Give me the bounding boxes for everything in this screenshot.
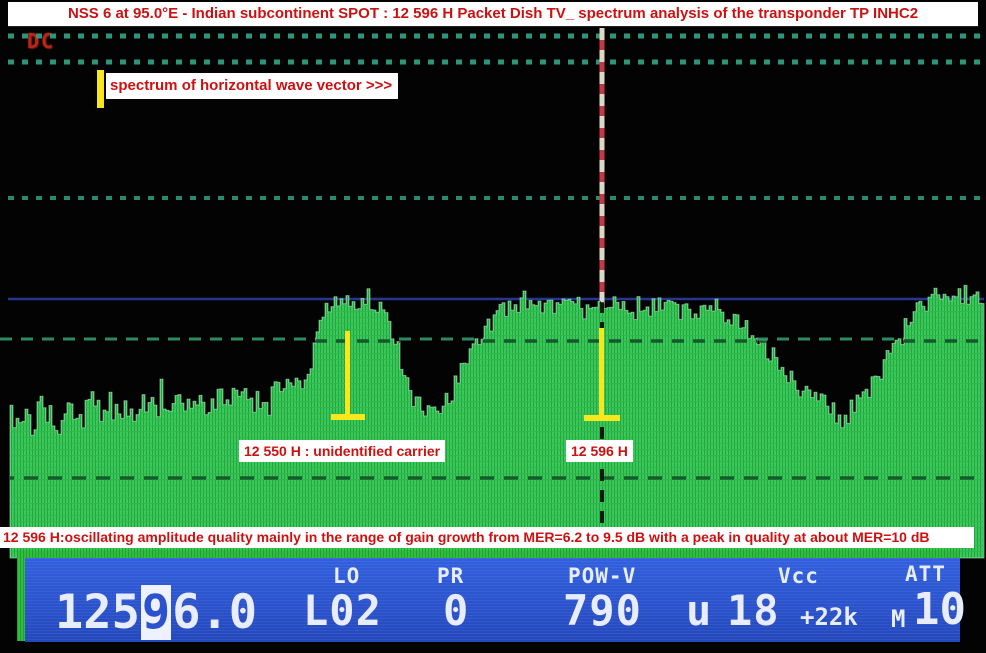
att-value[interactable]: 10 bbox=[913, 584, 966, 635]
bottom-note-band: 12 596 H:oscillating amplitude quality m… bbox=[0, 527, 974, 548]
marker-12550-label: 12 550 H : unidentified carrier bbox=[239, 440, 445, 462]
wave-vector-label: spectrum of horizontal wave vector >>> bbox=[106, 73, 398, 99]
marker-12596-label: 12 596 H bbox=[566, 440, 633, 462]
wave-vector-pointer bbox=[97, 70, 104, 108]
frequency-readout[interactable]: 12596.0 bbox=[55, 585, 257, 640]
pr-label: PR bbox=[437, 564, 464, 588]
frequency-right-digits: 6.0 bbox=[172, 585, 257, 640]
frequency-cursor-digit[interactable]: 9 bbox=[141, 585, 171, 640]
spectrum-trace bbox=[10, 285, 984, 558]
k22-value: +22k bbox=[800, 603, 858, 631]
vcc-value[interactable]: 18 bbox=[727, 586, 780, 635]
att-label: ATT bbox=[905, 562, 946, 586]
att-prefix: M bbox=[891, 605, 905, 633]
pow-unit: u bbox=[686, 586, 712, 635]
vcc-label: Vcc bbox=[778, 564, 819, 588]
analyzer-screen: NSS 6 at 95.0°E - Indian subcontinent SP… bbox=[0, 0, 986, 653]
panel-green-strip-top bbox=[17, 550, 960, 558]
lo-value[interactable]: L02 bbox=[303, 586, 382, 635]
pow-v-label: POW-V bbox=[568, 564, 636, 588]
frequency-left-digits: 125 bbox=[55, 585, 140, 640]
panel-green-strip-left bbox=[17, 558, 25, 641]
bottom-note-text: 12 596 H:oscillating amplitude quality m… bbox=[0, 527, 974, 548]
pr-value[interactable]: 0 bbox=[443, 586, 469, 635]
lo-label: LO bbox=[333, 564, 360, 588]
pow-v-value[interactable]: 790 bbox=[563, 586, 642, 635]
